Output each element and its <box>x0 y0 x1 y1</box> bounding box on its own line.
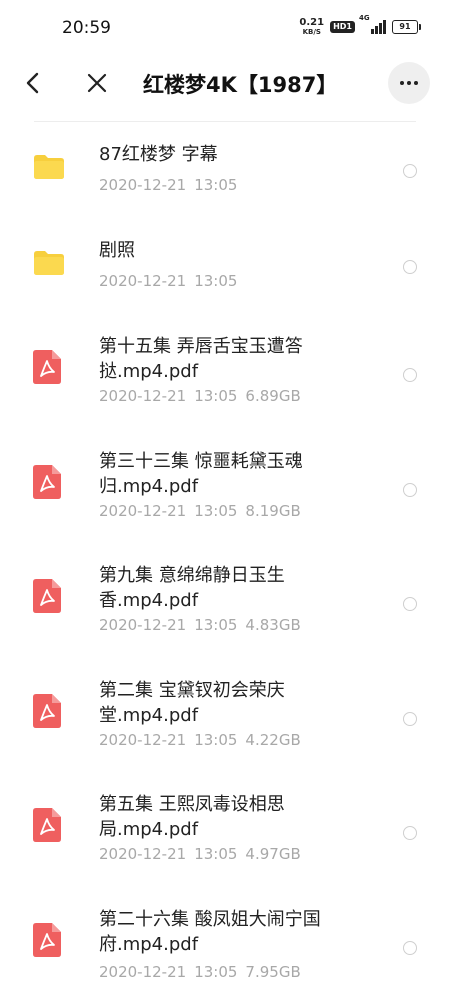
file-time: 13:05 <box>194 272 238 290</box>
file-size: 8.19GB <box>245 502 301 520</box>
file-date: 2020-12-21 <box>99 176 187 194</box>
file-time: 13:05 <box>194 963 238 981</box>
file-time: 13:05 <box>194 731 238 749</box>
signal-strength-icon: 4G <box>359 14 386 34</box>
select-radio[interactable] <box>403 712 417 726</box>
select-radio[interactable] <box>403 368 417 382</box>
file-size: 6.89GB <box>245 387 301 405</box>
file-time: 13:05 <box>194 176 238 194</box>
file-meta: 2020-12-21 13:05 8.19GB <box>99 502 309 520</box>
file-time: 13:05 <box>194 387 238 405</box>
file-time: 13:05 <box>194 502 238 520</box>
folder-icon <box>34 155 64 179</box>
pdf-file-icon <box>33 350 61 384</box>
pdf-file-icon <box>33 579 61 613</box>
file-date: 2020-12-21 <box>99 616 187 634</box>
battery-icon: 91 <box>392 20 421 34</box>
file-time: 13:05 <box>194 616 238 634</box>
file-date: 2020-12-21 <box>99 731 187 749</box>
back-button[interactable] <box>14 64 52 102</box>
close-button[interactable] <box>78 64 116 102</box>
file-date: 2020-12-21 <box>99 387 187 405</box>
file-meta: 2020-12-21 13:05 6.89GB <box>99 387 309 405</box>
pdf-file-icon <box>33 694 61 728</box>
status-bar: 20:59 0.21 KB/S HD1 4G 91 <box>0 0 450 60</box>
file-date: 2020-12-21 <box>99 963 187 981</box>
folder-icon <box>34 251 64 275</box>
file-date: 2020-12-21 <box>99 272 187 290</box>
pdf-file-icon <box>33 808 61 842</box>
status-indicators: 0.21 KB/S HD1 4G 91 <box>299 14 421 36</box>
file-name: 第二集 宝黛钗初会荣庆 堂.mp4.pdf <box>99 680 285 726</box>
file-meta: 2020-12-21 13:05 4.97GB <box>99 845 309 863</box>
network-speed-value: 0.21 <box>299 17 325 28</box>
list-item[interactable]: 剧照 2020-12-21 13:05 <box>0 218 450 314</box>
file-size: 4.97GB <box>245 845 301 863</box>
list-item[interactable]: 第十五集 弄唇舌宝玉遭答 挞.mp4.pdf 2020-12-21 13:05 6.… <box>0 314 450 428</box>
select-radio[interactable] <box>403 826 417 840</box>
list-item[interactable]: 第三十三集 惊噩耗黛玉魂 归.mp4.pdf 2020-12-21 13:05 8.… <box>0 429 450 543</box>
network-speed-unit: KB/S <box>302 28 321 36</box>
pdf-file-icon <box>33 465 61 499</box>
list-item[interactable]: 87红楼梦 字幕 2020-12-21 13:05 <box>0 122 450 218</box>
file-name: 第五集 王熙凤毒设相思 局.mp4.pdf <box>99 794 285 840</box>
file-size: 4.83GB <box>245 616 301 634</box>
page-title: 红楼梦4K【1987】 <box>143 73 338 97</box>
network-speed: 0.21 KB/S <box>299 18 324 36</box>
list-item[interactable]: 第二十六集 酸凤姐大闹宁国 府.mp4.pdf 2020-12-21 13:05 7… <box>0 887 450 982</box>
more-button[interactable] <box>388 62 430 104</box>
file-name: 第十五集 弄唇舌宝玉遭答 挞.mp4.pdf <box>99 336 303 382</box>
file-name: 87红楼梦 字幕 <box>99 144 218 165</box>
file-meta: 2020-12-21 13:05 7.95GB <box>99 963 309 981</box>
file-meta: 2020-12-21 13:05 <box>99 176 253 194</box>
select-radio[interactable] <box>403 941 417 955</box>
file-name: 第三十三集 惊噩耗黛玉魂 归.mp4.pdf <box>99 451 303 497</box>
select-radio[interactable] <box>403 597 417 611</box>
file-name: 第二十六集 酸凤姐大闹宁国 府.mp4.pdf <box>99 909 321 955</box>
list-item[interactable]: 第五集 王熙凤毒设相思 局.mp4.pdf 2020-12-21 13:05 4.9… <box>0 772 450 886</box>
file-size: 7.95GB <box>245 963 301 981</box>
back-arrow-icon <box>26 72 39 94</box>
file-meta: 2020-12-21 13:05 4.83GB <box>99 616 309 634</box>
header: 红楼梦4K【1987】 <box>0 60 450 106</box>
select-radio[interactable] <box>403 260 417 274</box>
file-time: 13:05 <box>194 845 238 863</box>
list-item[interactable]: 第九集 意绵绵静日玉生 香.mp4.pdf 2020-12-21 13:05 4.8… <box>0 543 450 657</box>
close-icon <box>87 73 107 93</box>
network-type-label: 4G <box>359 14 370 22</box>
pdf-file-icon <box>33 923 61 957</box>
file-date: 2020-12-21 <box>99 845 187 863</box>
file-name: 剧照 <box>99 240 135 261</box>
file-name: 第九集 意绵绵静日玉生 香.mp4.pdf <box>99 565 285 611</box>
file-size: 4.22GB <box>245 731 301 749</box>
list-item[interactable]: 第二集 宝黛钗初会荣庆 堂.mp4.pdf 2020-12-21 13:05 4.2… <box>0 658 450 772</box>
select-radio[interactable] <box>403 164 417 178</box>
battery-level: 91 <box>399 22 411 31</box>
file-date: 2020-12-21 <box>99 502 187 520</box>
status-time: 20:59 <box>62 18 111 38</box>
more-horizontal-icon <box>400 81 404 85</box>
file-meta: 2020-12-21 13:05 4.22GB <box>99 731 309 749</box>
select-radio[interactable] <box>403 483 417 497</box>
hd-voice-icon: HD1 <box>330 21 355 33</box>
file-meta: 2020-12-21 13:05 <box>99 272 253 290</box>
